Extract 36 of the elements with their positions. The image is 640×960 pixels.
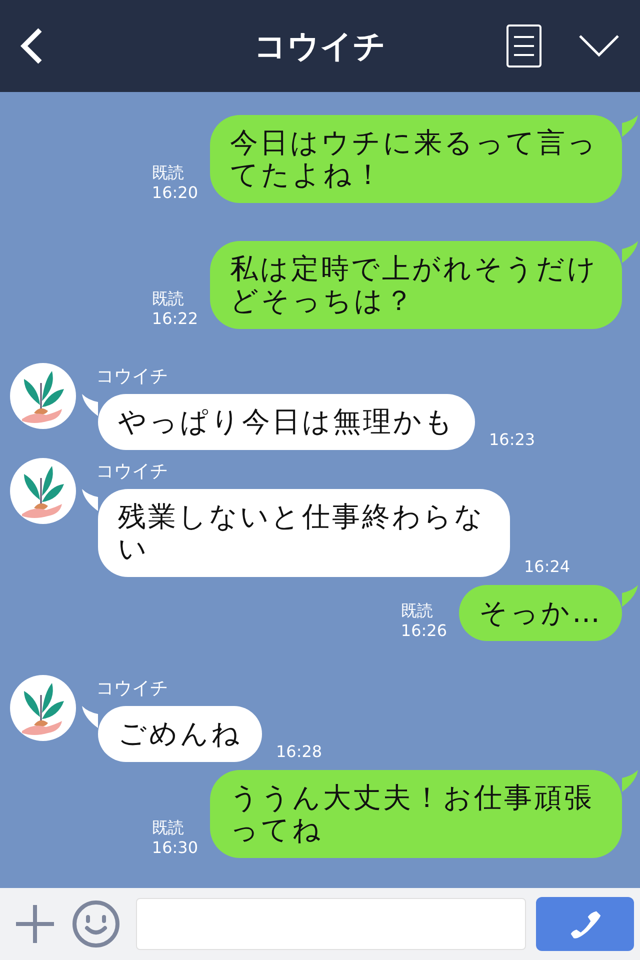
message-time: 16:28 xyxy=(276,742,322,762)
read-receipt: 既読 xyxy=(400,601,434,621)
bubble-tail-icon xyxy=(82,706,98,728)
message-time: 16:30 xyxy=(152,838,198,858)
smiley-icon[interactable] xyxy=(72,900,120,948)
call-button[interactable] xyxy=(536,897,634,951)
message-bubble: 私は定時で上がれそうだけどそっちは？ xyxy=(210,241,622,329)
bubble-tail-icon xyxy=(82,394,98,416)
sender-name: コウイチ xyxy=(96,366,169,388)
message-bubble: 残業しないと仕事終わらない xyxy=(98,489,510,577)
message-bubble: 今日はウチに来るって言ってたよね！ xyxy=(210,115,622,203)
message-time: 16:23 xyxy=(489,430,536,450)
message-bubble: ううん大丈夫！お仕事頑張ってね xyxy=(210,770,622,858)
bubble-tail-icon xyxy=(82,489,98,511)
chevron-down-icon[interactable] xyxy=(578,34,620,58)
bubble-tail-icon xyxy=(622,585,638,607)
message-time: 16:22 xyxy=(152,309,198,329)
read-receipt: 既読 xyxy=(152,818,185,838)
chat-title: コウイチ xyxy=(254,26,386,66)
bubble-tail-icon xyxy=(622,115,638,137)
message-time: 16:20 xyxy=(152,183,198,203)
back-button[interactable] xyxy=(18,26,44,66)
message-input-field[interactable] xyxy=(136,898,526,950)
plus-icon[interactable] xyxy=(14,903,56,945)
read-receipt: 既読 xyxy=(152,289,185,309)
bubble-tail-icon xyxy=(622,770,638,792)
sender-name: コウイチ xyxy=(96,461,169,483)
menu-icon[interactable] xyxy=(506,24,542,68)
message-bubble: ごめんね xyxy=(98,706,262,762)
read-receipt: 既読 xyxy=(152,163,185,183)
message-bubble: やっぱり今日は無理かも xyxy=(98,394,475,450)
bubble-tail-icon xyxy=(622,241,638,263)
message-time: 16:26 xyxy=(400,621,447,641)
sender-name: コウイチ xyxy=(96,678,169,700)
message-time: 16:24 xyxy=(524,557,570,577)
message-bubble: そっか… xyxy=(459,585,622,641)
